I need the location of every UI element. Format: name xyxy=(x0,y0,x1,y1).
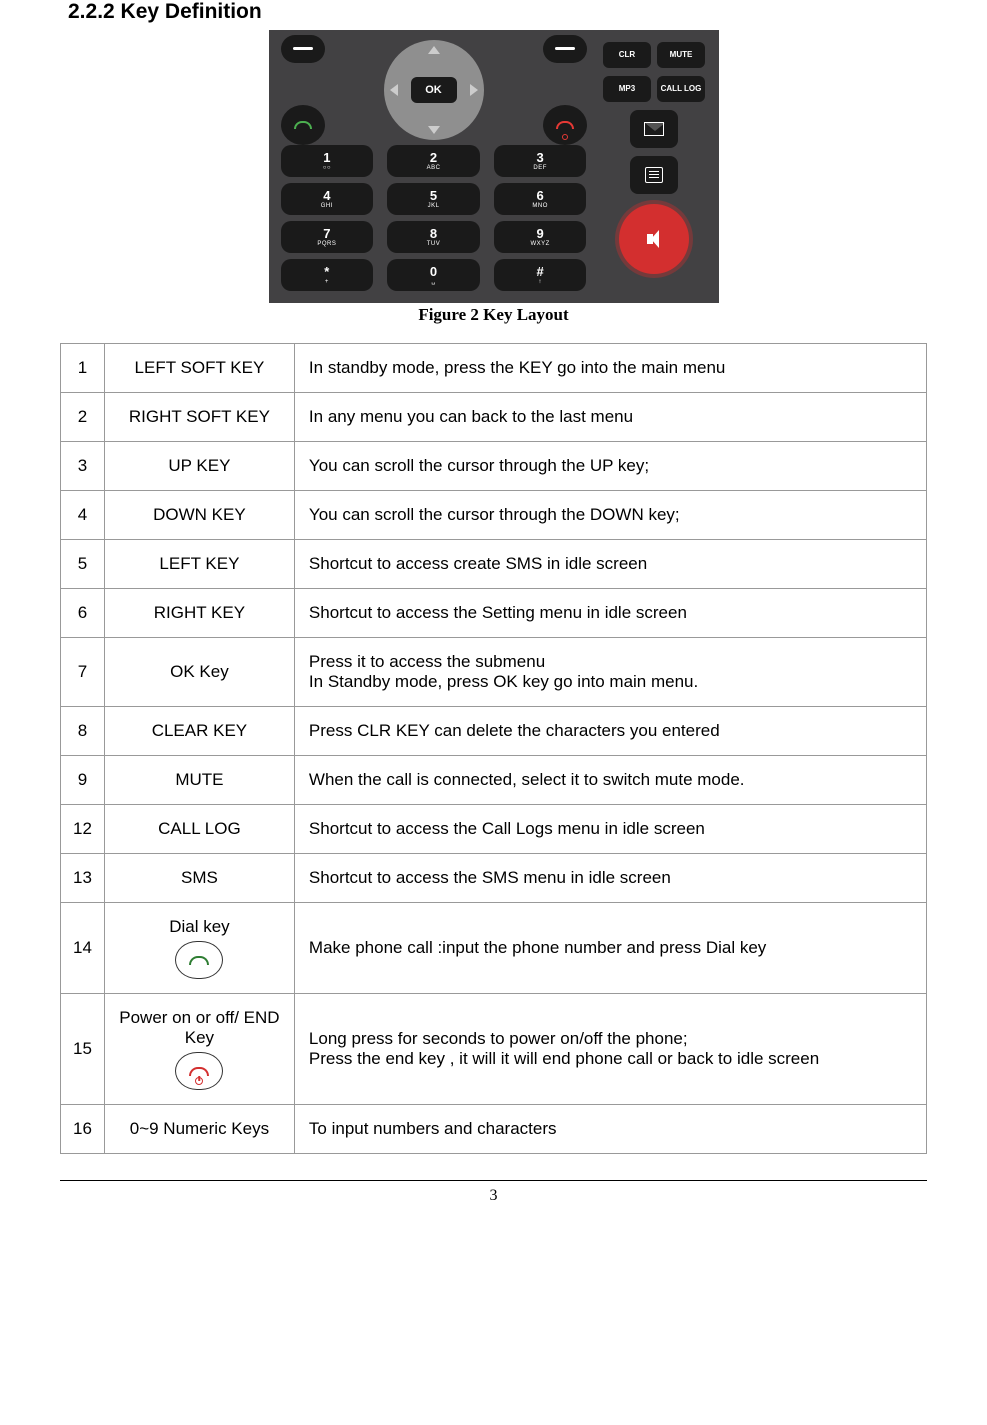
numeric-key-3: 3DEF xyxy=(494,145,587,177)
row-number: 15 xyxy=(61,994,105,1105)
numeric-key-#: #↑ xyxy=(494,259,587,291)
table-row: 15Power on or off/ END KeyLong press for… xyxy=(61,994,927,1105)
table-row: 160~9 Numeric KeysTo input numbers and c… xyxy=(61,1105,927,1154)
down-arrow-icon xyxy=(428,126,440,134)
row-description: In any menu you can back to the last men… xyxy=(294,393,926,442)
row-key-name: SMS xyxy=(104,854,294,903)
table-row: 6RIGHT KEYShortcut to access the Setting… xyxy=(61,589,927,638)
row-number: 16 xyxy=(61,1105,105,1154)
table-row: 3UP KEYYou can scroll the cursor through… xyxy=(61,442,927,491)
row-number: 14 xyxy=(61,903,105,994)
figure-caption: Figure 2 Key Layout xyxy=(60,305,927,325)
table-row: 7OK KeyPress it to access the submenu In… xyxy=(61,638,927,707)
table-row: 4DOWN KEYYou can scroll the cursor throu… xyxy=(61,491,927,540)
end-key-icon xyxy=(543,105,587,145)
book-icon xyxy=(645,167,663,183)
row-description: Shortcut to access create SMS in idle sc… xyxy=(294,540,926,589)
numeric-key-5: 5JKL xyxy=(387,183,480,215)
numeric-key-7: 7PQRS xyxy=(281,221,374,253)
mute-button: MUTE xyxy=(657,42,705,68)
dpad: OK xyxy=(384,40,484,140)
numeric-key-*: *+ xyxy=(281,259,374,291)
mp3-button: MP3 xyxy=(603,76,651,102)
numeric-key-6: 6MNO xyxy=(494,183,587,215)
row-description: Long press for seconds to power on/off t… xyxy=(294,994,926,1105)
row-key-name: RIGHT SOFT KEY xyxy=(104,393,294,442)
row-number: 4 xyxy=(61,491,105,540)
row-key-name: CALL LOG xyxy=(104,805,294,854)
left-soft-key xyxy=(281,35,325,63)
row-key-name: DOWN KEY xyxy=(104,491,294,540)
contacts-icon-button xyxy=(630,156,678,194)
table-row: 13SMSShortcut to access the SMS menu in … xyxy=(61,854,927,903)
dial-key-mini-icon xyxy=(175,941,223,979)
row-description: You can scroll the cursor through the DO… xyxy=(294,491,926,540)
ok-button: OK xyxy=(411,77,457,103)
row-key-name: LEFT SOFT KEY xyxy=(104,344,294,393)
row-key-name: Dial key xyxy=(104,903,294,994)
row-number: 2 xyxy=(61,393,105,442)
table-row: 1LEFT SOFT KEYIn standby mode, press the… xyxy=(61,344,927,393)
row-description: You can scroll the cursor through the UP… xyxy=(294,442,926,491)
up-arrow-icon xyxy=(428,46,440,54)
row-description: Make phone call :input the phone number … xyxy=(294,903,926,994)
table-row: 8CLEAR KEYPress CLR KEY can delete the c… xyxy=(61,707,927,756)
row-number: 9 xyxy=(61,756,105,805)
row-key-name: UP KEY xyxy=(104,442,294,491)
numeric-key-4: 4GHI xyxy=(281,183,374,215)
row-description: Shortcut to access the Call Logs menu in… xyxy=(294,805,926,854)
envelope-icon xyxy=(644,122,664,136)
right-soft-key xyxy=(543,35,587,63)
row-description: In standby mode, press the KEY go into t… xyxy=(294,344,926,393)
row-description: When the call is connected, select it to… xyxy=(294,756,926,805)
row-key-name: Power on or off/ END Key xyxy=(104,994,294,1105)
table-row: 2RIGHT SOFT KEYIn any menu you can back … xyxy=(61,393,927,442)
row-number: 7 xyxy=(61,638,105,707)
row-description: Shortcut to access the Setting menu in i… xyxy=(294,589,926,638)
row-number: 13 xyxy=(61,854,105,903)
speaker-icon xyxy=(647,230,661,248)
numeric-key-8: 8TUV xyxy=(387,221,480,253)
row-description: Press it to access the submenu In Standb… xyxy=(294,638,926,707)
row-number: 6 xyxy=(61,589,105,638)
section-heading: 2.2.2 Key Definition xyxy=(60,0,927,24)
table-row: 14Dial keyMake phone call :input the pho… xyxy=(61,903,927,994)
numeric-key-9: 9WXYZ xyxy=(494,221,587,253)
left-arrow-icon xyxy=(390,84,398,96)
row-number: 8 xyxy=(61,707,105,756)
row-description: To input numbers and characters xyxy=(294,1105,926,1154)
row-key-name: OK Key xyxy=(104,638,294,707)
row-key-name: 0~9 Numeric Keys xyxy=(104,1105,294,1154)
row-number: 5 xyxy=(61,540,105,589)
row-number: 12 xyxy=(61,805,105,854)
table-row: 9MUTEWhen the call is connected, select … xyxy=(61,756,927,805)
table-row: 12CALL LOGShortcut to access the Call Lo… xyxy=(61,805,927,854)
call-log-button: CALL LOG xyxy=(657,76,705,102)
row-number: 3 xyxy=(61,442,105,491)
end-key-mini-icon xyxy=(175,1052,223,1090)
right-arrow-icon xyxy=(470,84,478,96)
footer-rule xyxy=(60,1180,927,1181)
table-row: 5LEFT KEYShortcut to access create SMS i… xyxy=(61,540,927,589)
row-description: Press CLR KEY can delete the characters … xyxy=(294,707,926,756)
key-definition-table: 1LEFT SOFT KEYIn standby mode, press the… xyxy=(60,343,927,1154)
row-key-name: MUTE xyxy=(104,756,294,805)
numeric-key-0: 0␣ xyxy=(387,259,480,291)
speaker-button xyxy=(619,204,689,274)
page-number: 3 xyxy=(60,1187,927,1205)
numeric-key-1: 1○○ xyxy=(281,145,374,177)
sms-icon-button xyxy=(630,110,678,148)
dial-key-icon xyxy=(281,105,325,145)
row-key-name: CLEAR KEY xyxy=(104,707,294,756)
keypad-figure: OK 1○○ 2ABC 3DEF 4GHI 5JKL 6MNO 7PQRS 8TUV 9WXYZ… xyxy=(60,30,927,303)
clr-button: CLR xyxy=(603,42,651,68)
row-number: 1 xyxy=(61,344,105,393)
row-key-name: RIGHT KEY xyxy=(104,589,294,638)
row-description: Shortcut to access the SMS menu in idle … xyxy=(294,854,926,903)
numeric-key-2: 2ABC xyxy=(387,145,480,177)
row-key-name: LEFT KEY xyxy=(104,540,294,589)
